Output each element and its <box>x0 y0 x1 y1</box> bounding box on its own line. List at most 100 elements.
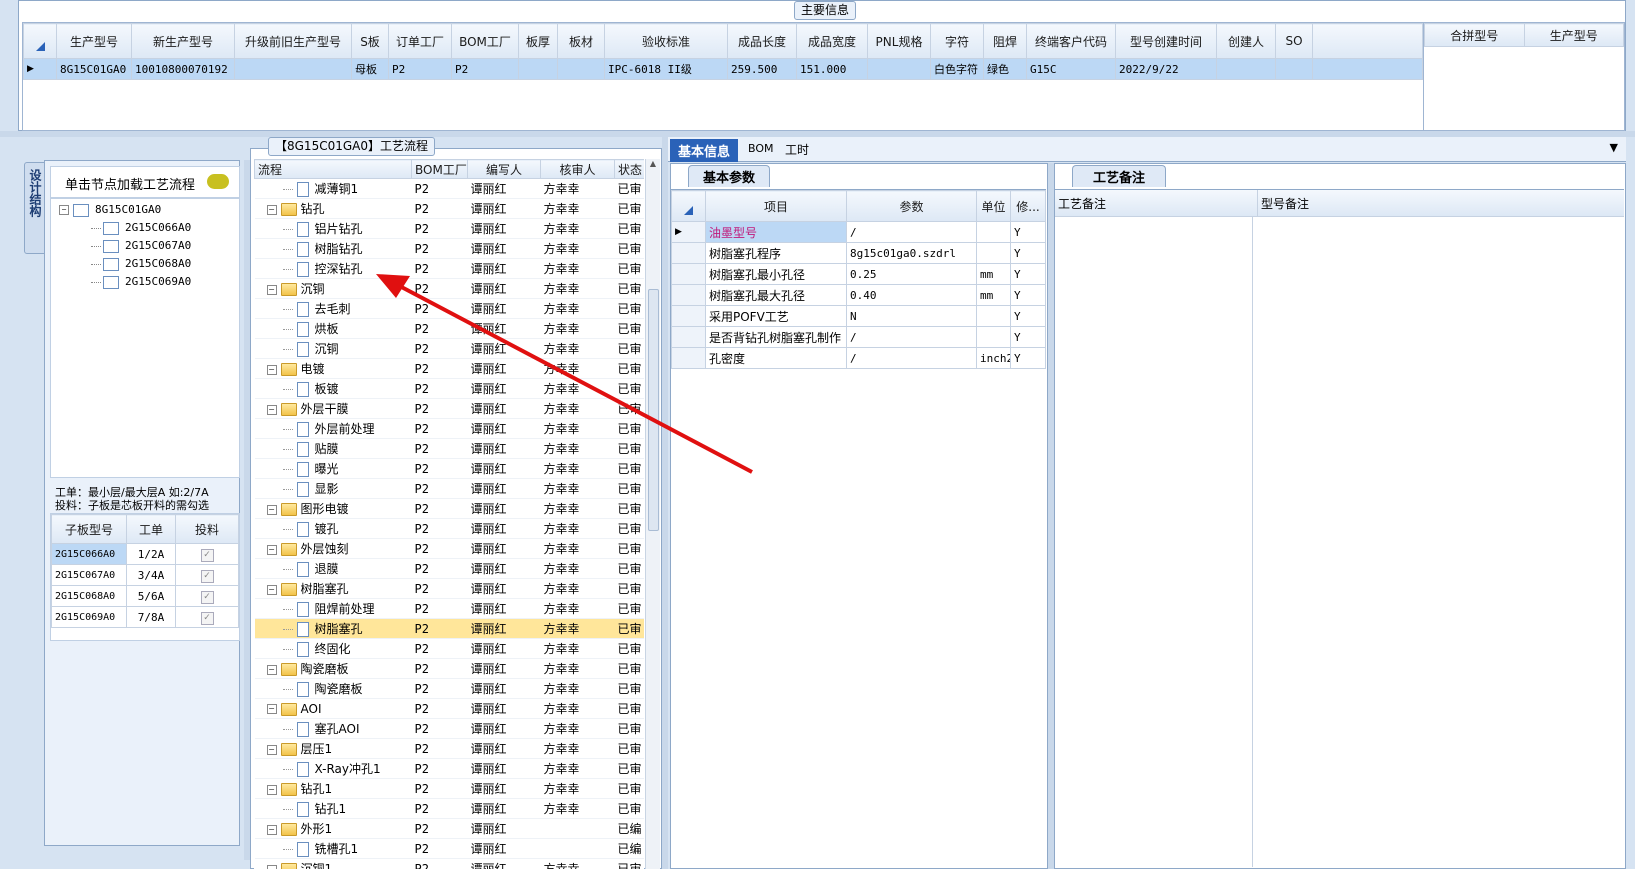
feed-checkbox[interactable]: ✓ <box>175 543 239 565</box>
tree-root[interactable]: − 8G15C01GA0 <box>59 203 161 217</box>
main-cell[interactable]: 绿色 <box>983 58 1027 80</box>
tree-child[interactable]: 2G15C066A0 <box>91 221 191 235</box>
process-row[interactable]: 外层前处理 P2 谭丽红 方幸幸 已审 <box>254 418 644 439</box>
process-row[interactable]: − 钻孔1 P2 谭丽红 方幸幸 已审 <box>254 778 644 799</box>
main-cell[interactable]: P2 <box>388 58 452 80</box>
collapse-icon[interactable]: − <box>266 364 277 375</box>
process-row[interactable]: X-Ray冲孔1 P2 谭丽红 方幸幸 已审 <box>254 758 644 779</box>
process-row[interactable]: 烘板 P2 谭丽红 方幸幸 已审 <box>254 318 644 339</box>
process-col-flow[interactable]: 流程 <box>254 159 412 179</box>
scroll-thumb[interactable] <box>648 289 659 531</box>
mid-splitter[interactable] <box>662 137 668 869</box>
process-row[interactable]: 钻孔1 P2 谭丽红 方幸幸 已审 <box>254 798 644 819</box>
collapse-icon[interactable]: − <box>266 544 277 555</box>
param-row[interactable]: 树脂塞孔最大孔径 0.40 mm Y <box>671 284 1046 306</box>
main-cell[interactable] <box>1216 58 1276 80</box>
main-cell[interactable]: 10010800070192 <box>131 58 235 80</box>
process-row[interactable]: 去毛刺 P2 谭丽红 方幸幸 已审 <box>254 298 644 319</box>
collapse-icon[interactable]: − <box>266 504 277 515</box>
param-value[interactable]: 0.40 <box>846 284 977 306</box>
param-row[interactable]: 是否背钻孔树脂塞孔制作 / Y <box>671 326 1046 348</box>
subboard-order[interactable]: 5/6A <box>126 585 176 607</box>
main-cell[interactable]: 母板 <box>351 58 389 80</box>
process-notes-area[interactable] <box>1055 217 1253 867</box>
collapse-icon[interactable]: − <box>59 205 69 215</box>
main-col-header[interactable]: 板厚 <box>518 23 558 59</box>
main-col-header[interactable]: 创建人 <box>1216 23 1276 59</box>
main-col-header[interactable]: 字符 <box>930 23 984 59</box>
main-col-header[interactable]: PNL规格 <box>867 23 931 59</box>
row-indicator[interactable] <box>671 347 706 369</box>
tab-bom[interactable]: BOM <box>748 142 774 155</box>
notes-col-model[interactable]: 型号备注 <box>1258 190 1312 216</box>
scroll-up-icon[interactable]: ▲ <box>646 159 660 168</box>
process-row[interactable]: − 外层蚀刻 P2 谭丽红 方幸幸 已审 <box>254 538 644 559</box>
production-model-header[interactable]: 生产型号 <box>1523 23 1624 47</box>
basic-params-tab[interactable]: 基本参数 <box>688 165 771 187</box>
process-row[interactable]: − AOI P2 谭丽红 方幸幸 已审 <box>254 698 644 719</box>
table-row[interactable]: 2G15C067A0 3/4A ✓ <box>51 564 239 586</box>
table-row[interactable]: 2G15C069A0 7/8A ✓ <box>51 606 239 628</box>
dropdown-arrow-icon[interactable]: ▼ <box>1610 141 1618 154</box>
main-cell[interactable]: IPC-6018 II级 <box>604 58 728 80</box>
main-col-header[interactable]: 型号创建时间 <box>1115 23 1217 59</box>
process-row[interactable]: − 钻孔 P2 谭丽红 方幸幸 已审 <box>254 198 644 219</box>
param-row[interactable]: ▶ 油墨型号 / Y <box>671 221 1046 243</box>
main-col-header[interactable]: 板材 <box>557 23 605 59</box>
main-col-header[interactable]: 成品长度 <box>727 23 797 59</box>
process-row[interactable]: 板镀 P2 谭丽红 方幸幸 已审 <box>254 378 644 399</box>
row-indicator[interactable] <box>671 326 706 348</box>
main-col-header[interactable]: SO <box>1275 23 1313 59</box>
param-row[interactable]: 树脂塞孔程序 8g15c01ga0.szdrl Y <box>671 242 1046 264</box>
param-value[interactable]: / <box>846 221 977 243</box>
row-indicator[interactable] <box>671 242 706 264</box>
main-cell[interactable] <box>557 58 605 80</box>
param-row[interactable]: 孔密度 / inch2 Y <box>671 347 1046 369</box>
collapse-icon[interactable]: − <box>266 204 277 215</box>
main-cell[interactable]: 259.500 <box>727 58 797 80</box>
collapse-icon[interactable]: − <box>266 824 277 835</box>
process-row[interactable]: 终固化 P2 谭丽红 方幸幸 已审 <box>254 638 644 659</box>
process-notes-tab[interactable]: 工艺备注 <box>1072 165 1167 187</box>
param-value[interactable]: 0.25 <box>846 263 977 285</box>
process-col-writer[interactable]: 编写人 <box>467 159 541 179</box>
collapse-icon[interactable]: − <box>266 664 277 675</box>
param-col-mod[interactable]: 修... <box>1010 190 1046 222</box>
collapse-icon[interactable]: − <box>266 864 277 869</box>
table-row[interactable]: 2G15C066A0 1/2A ✓ <box>51 543 239 565</box>
param-value[interactable]: / <box>846 347 977 369</box>
vertical-tab[interactable]: 设计结构 <box>24 162 46 254</box>
main-col-header[interactable]: 终端客户代码 <box>1026 23 1116 59</box>
subboard-order[interactable]: 3/4A <box>126 564 176 586</box>
process-row[interactable]: 控深钻孔 P2 谭丽红 方幸幸 已审 <box>254 258 644 279</box>
feed-checkbox[interactable]: ✓ <box>175 606 239 628</box>
main-col-header[interactable]: 订单工厂 <box>388 23 452 59</box>
process-row[interactable]: 曝光 P2 谭丽红 方幸幸 已审 <box>254 458 644 479</box>
main-cell[interactable]: G15C <box>1026 58 1116 80</box>
process-row[interactable]: − 树脂塞孔 P2 谭丽红 方幸幸 已审 <box>254 578 644 599</box>
row-indicator[interactable] <box>671 305 706 327</box>
process-row[interactable]: 铣槽孔1 P2 谭丽红 已编 <box>254 838 644 859</box>
process-row[interactable]: 沉铜 P2 谭丽红 方幸幸 已审 <box>254 338 644 359</box>
param-row[interactable]: 树脂塞孔最小孔径 0.25 mm Y <box>671 263 1046 285</box>
process-row[interactable]: 贴膜 P2 谭丽红 方幸幸 已审 <box>254 438 644 459</box>
main-cell[interactable]: 8G15C01GA0 <box>56 58 132 80</box>
main-cell[interactable]: 2022/9/22 <box>1115 58 1217 80</box>
order-header[interactable]: 工单 <box>126 514 176 544</box>
param-col-item[interactable]: 项目 <box>705 190 847 222</box>
process-row[interactable]: − 外层干膜 P2 谭丽红 方幸幸 已审 <box>254 398 644 419</box>
param-value[interactable]: / <box>846 326 977 348</box>
process-row[interactable]: 铝片钻孔 P2 谭丽红 方幸幸 已审 <box>254 218 644 239</box>
model-notes-area[interactable] <box>1253 217 1623 867</box>
tree-child[interactable]: 2G15C067A0 <box>91 239 191 253</box>
row-indicator[interactable] <box>671 263 706 285</box>
main-col-header[interactable]: 验收标准 <box>604 23 728 59</box>
main-col-header[interactable]: 升级前旧生产型号 <box>234 23 352 59</box>
subboard-model[interactable]: 2G15C067A0 <box>51 564 127 586</box>
main-col-header[interactable]: 阻焊 <box>983 23 1027 59</box>
process-row[interactable]: − 沉铜1 P2 谭丽红 方幸幸 已审 <box>254 858 644 869</box>
tab-basic-info[interactable]: 基本信息 <box>670 139 739 162</box>
process-row[interactable]: − 陶瓷磨板 P2 谭丽红 方幸幸 已审 <box>254 658 644 679</box>
tree-child[interactable]: 2G15C068A0 <box>91 257 191 271</box>
process-row[interactable]: 显影 P2 谭丽红 方幸幸 已审 <box>254 478 644 499</box>
